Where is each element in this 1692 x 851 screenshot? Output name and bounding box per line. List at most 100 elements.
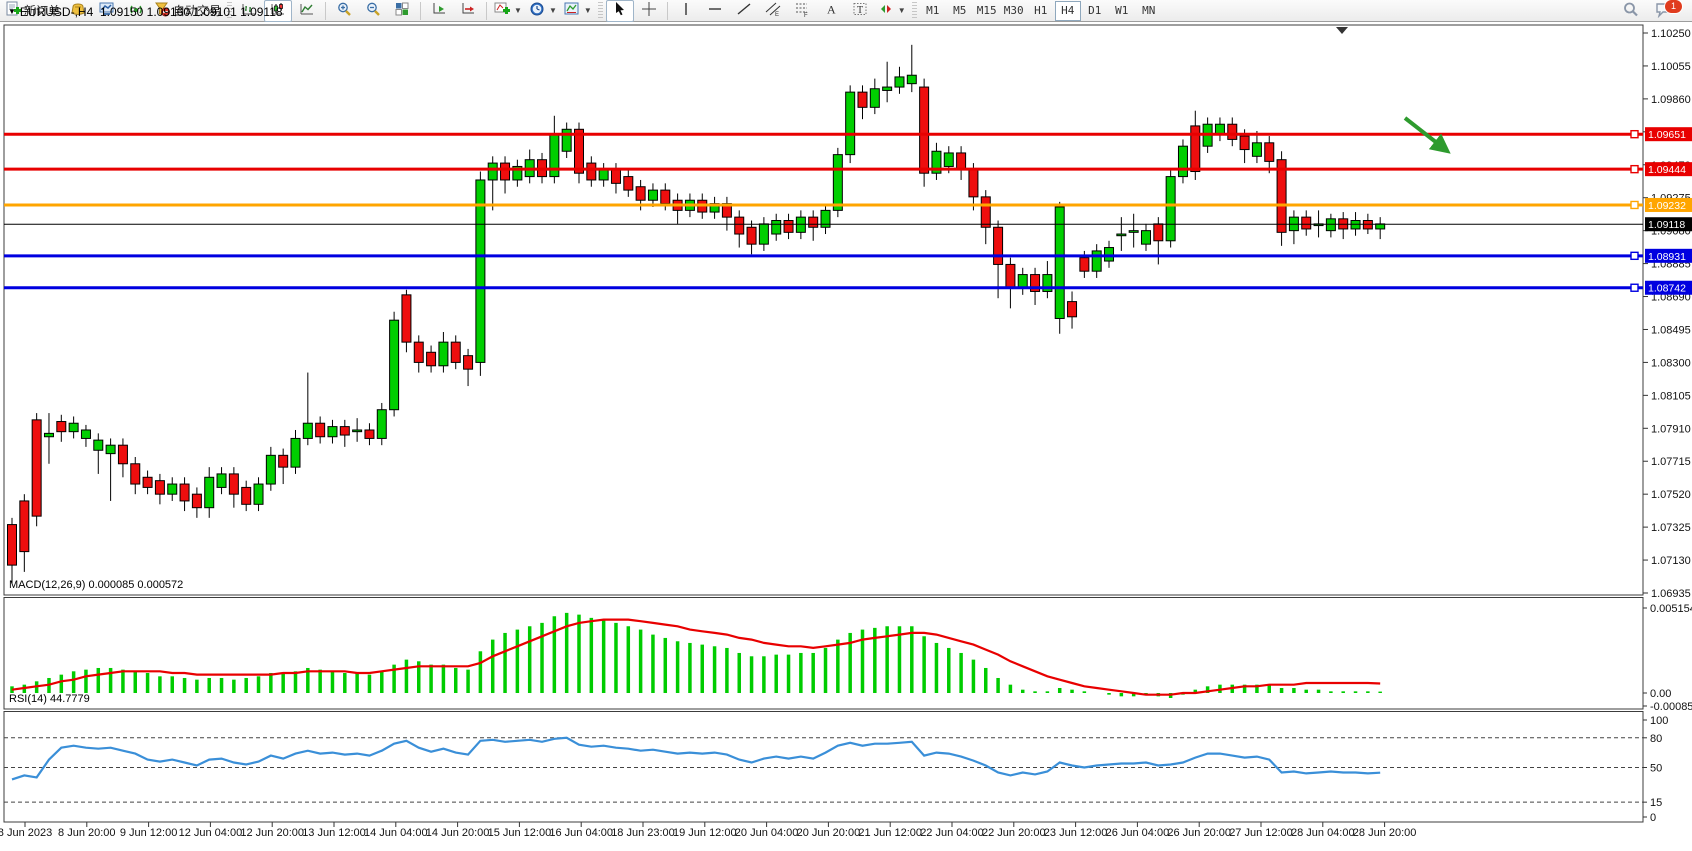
toolbar-grip[interactable] xyxy=(598,2,603,20)
search-button[interactable] xyxy=(1616,0,1644,22)
svg-text:1.07715: 1.07715 xyxy=(1651,456,1691,468)
chart-symbol-period: EURUSD-,H4 xyxy=(20,5,93,19)
fibonacci-icon: F xyxy=(794,1,810,20)
zoom-in-button[interactable] xyxy=(330,0,358,22)
search-icon xyxy=(1622,1,1639,21)
svg-text:50: 50 xyxy=(1650,763,1662,775)
svg-text:22 Jun 20:00: 22 Jun 20:00 xyxy=(982,827,1046,839)
chevron-down-icon: ▼ xyxy=(898,6,906,15)
svg-text:1.06935: 1.06935 xyxy=(1651,588,1691,600)
svg-text:28 Jun 04:00: 28 Jun 04:00 xyxy=(1291,827,1355,839)
tile-windows-icon xyxy=(394,1,410,20)
svg-text:1.10250: 1.10250 xyxy=(1651,28,1691,40)
svg-text:14 Jun 04:00: 14 Jun 04:00 xyxy=(364,827,428,839)
chart-canvas[interactable]: 1.102501.100551.098601.096651.094701.092… xyxy=(0,22,1692,846)
text-button[interactable]: A xyxy=(817,0,845,22)
channel-icon: E xyxy=(765,1,781,20)
timeframe-button-mn[interactable]: MN xyxy=(1136,1,1162,21)
svg-text:1.09118: 1.09118 xyxy=(1648,219,1685,231)
trendline-icon xyxy=(736,1,752,20)
svg-text:1.09860: 1.09860 xyxy=(1651,94,1691,106)
indicators-button[interactable]: ▼ xyxy=(491,0,525,22)
periods-button[interactable]: ▼ xyxy=(526,0,560,22)
arrows-button[interactable]: ▼ xyxy=(875,0,909,22)
zoom-out-icon xyxy=(365,1,381,20)
line-chart-icon xyxy=(299,1,315,20)
svg-text:1.07130: 1.07130 xyxy=(1651,555,1691,567)
arrows-icon xyxy=(878,1,894,20)
crosshair-button[interactable] xyxy=(635,0,663,22)
autoscroll-icon xyxy=(431,1,447,20)
one-click-trading-toggle[interactable]: ▼ xyxy=(8,7,16,16)
svg-text:0.005154: 0.005154 xyxy=(1650,603,1692,615)
macd-indicator-label: MACD(12,26,9) 0.000085 0.000572 xyxy=(9,579,183,591)
chat-button[interactable]: 1 xyxy=(1650,0,1678,22)
svg-text:26 Jun 04:00: 26 Jun 04:00 xyxy=(1106,827,1170,839)
toolbar-grip[interactable] xyxy=(912,2,917,20)
timeframe-button-m1[interactable]: M1 xyxy=(920,1,946,21)
svg-text:21 Jun 12:00: 21 Jun 12:00 xyxy=(858,827,922,839)
price-axis[interactable] xyxy=(1643,33,1648,593)
chart-title: ▼EURUSD-,H4 1.09150 1.09160 1.09101 1.09… xyxy=(8,5,283,19)
timeframe-button-m30[interactable]: M30 xyxy=(1001,1,1027,21)
chat-notification-badge: 1 xyxy=(1664,0,1683,14)
fibonacci-button[interactable]: F xyxy=(788,0,816,22)
zoom-out-button[interactable] xyxy=(359,0,387,22)
svg-text:0: 0 xyxy=(1650,812,1656,824)
vertical-line-icon xyxy=(678,1,694,20)
timeframe-button-m15[interactable]: M15 xyxy=(974,1,1000,21)
svg-text:19 Jun 12:00: 19 Jun 12:00 xyxy=(673,827,737,839)
autoscroll-button[interactable] xyxy=(425,0,453,22)
text-icon: A xyxy=(823,1,839,20)
indicators-icon xyxy=(494,1,510,20)
chart-shift-icon xyxy=(460,1,476,20)
svg-text:F: F xyxy=(804,13,808,17)
svg-text:1.10055: 1.10055 xyxy=(1651,61,1691,73)
svg-text:1.07520: 1.07520 xyxy=(1651,489,1691,501)
rsi-indicator-label: RSI(14) 44.7779 xyxy=(9,693,90,705)
vertical-line-button[interactable] xyxy=(672,0,700,22)
chart-shift-button[interactable] xyxy=(454,0,482,22)
svg-text:80: 80 xyxy=(1650,733,1662,745)
svg-text:8 Jun 2023: 8 Jun 2023 xyxy=(0,827,52,839)
svg-text:1.08742: 1.08742 xyxy=(1648,283,1686,295)
label-button[interactable]: T xyxy=(846,0,874,22)
svg-text:20 Jun 04:00: 20 Jun 04:00 xyxy=(735,827,799,839)
svg-text:12 Jun 20:00: 12 Jun 20:00 xyxy=(240,827,304,839)
svg-text:1.07910: 1.07910 xyxy=(1651,423,1691,435)
svg-text:E: E xyxy=(775,12,779,17)
line-chart-button[interactable] xyxy=(293,0,321,22)
svg-text:1.08931: 1.08931 xyxy=(1648,251,1686,263)
tile-windows-button[interactable] xyxy=(388,0,416,22)
timeframe-button-d1[interactable]: D1 xyxy=(1082,1,1108,21)
horizontal-line-icon xyxy=(707,1,723,20)
periods-icon xyxy=(529,1,545,20)
timeframe-button-h1[interactable]: H1 xyxy=(1028,1,1054,21)
cursor-button[interactable] xyxy=(606,0,634,22)
svg-text:18 Jun 23:00: 18 Jun 23:00 xyxy=(611,827,675,839)
cursor-icon xyxy=(612,1,628,20)
svg-text:1.08105: 1.08105 xyxy=(1651,390,1691,402)
svg-text:16 Jun 04:00: 16 Jun 04:00 xyxy=(549,827,613,839)
timeframe-button-m5[interactable]: M5 xyxy=(947,1,973,21)
svg-text:100: 100 xyxy=(1650,715,1668,727)
templates-button[interactable]: ▼ xyxy=(561,0,595,22)
chart-window[interactable]: 1.102501.100551.098601.096651.094701.092… xyxy=(0,22,1692,846)
templates-icon xyxy=(564,1,580,20)
svg-text:1.09651: 1.09651 xyxy=(1648,129,1686,141)
svg-text:1.08495: 1.08495 xyxy=(1651,324,1691,336)
svg-text:27 Jun 12:00: 27 Jun 12:00 xyxy=(1229,827,1293,839)
timeframe-button-h4[interactable]: H4 xyxy=(1055,1,1081,21)
timeframe-button-w1[interactable]: W1 xyxy=(1109,1,1135,21)
horizontal-line-button[interactable] xyxy=(701,0,729,22)
svg-text:14 Jun 20:00: 14 Jun 20:00 xyxy=(426,827,490,839)
crosshair-icon xyxy=(641,1,657,20)
channel-button[interactable]: E xyxy=(759,0,787,22)
zoom-in-icon xyxy=(336,1,352,20)
trendline-button[interactable] xyxy=(730,0,758,22)
svg-text:A: A xyxy=(827,3,836,17)
svg-text:20 Jun 20:00: 20 Jun 20:00 xyxy=(797,827,861,839)
svg-text:8 Jun 20:00: 8 Jun 20:00 xyxy=(58,827,116,839)
svg-text:12 Jun 04:00: 12 Jun 04:00 xyxy=(179,827,243,839)
svg-text:23 Jun 12:00: 23 Jun 12:00 xyxy=(1044,827,1108,839)
